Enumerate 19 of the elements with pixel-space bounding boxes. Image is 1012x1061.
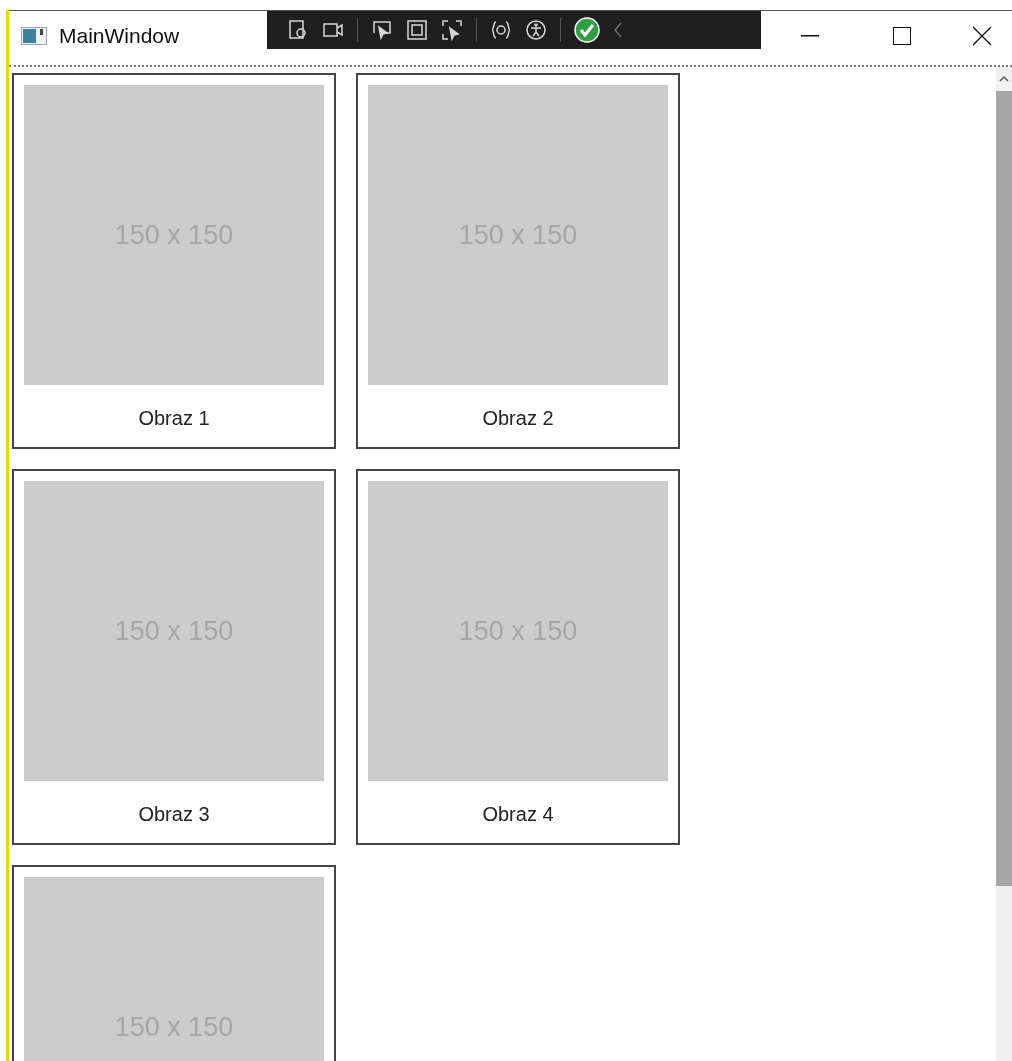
collapse-chevron-icon[interactable] [613, 21, 623, 39]
image-caption: Obraz 2 [482, 406, 554, 431]
binding-icon[interactable] [490, 19, 512, 41]
target-icon[interactable] [287, 19, 309, 41]
image-caption: Obraz 1 [138, 406, 210, 431]
window-title: MainWindow [59, 23, 180, 50]
accessibility-icon[interactable] [525, 19, 547, 41]
image-caption: Obraz 4 [482, 802, 554, 827]
image-caption: Obraz 3 [138, 802, 210, 827]
check-icon[interactable] [574, 17, 600, 43]
maximize-icon [893, 27, 911, 45]
vertical-scrollbar[interactable] [996, 67, 1012, 1061]
scrollbar-thumb[interactable] [996, 91, 1012, 886]
select-icon[interactable] [441, 19, 463, 41]
pointer-icon[interactable] [371, 19, 393, 41]
frame-icon[interactable] [406, 19, 428, 41]
minimize-icon [801, 35, 819, 37]
close-icon [972, 26, 992, 46]
window-icon [21, 27, 47, 45]
